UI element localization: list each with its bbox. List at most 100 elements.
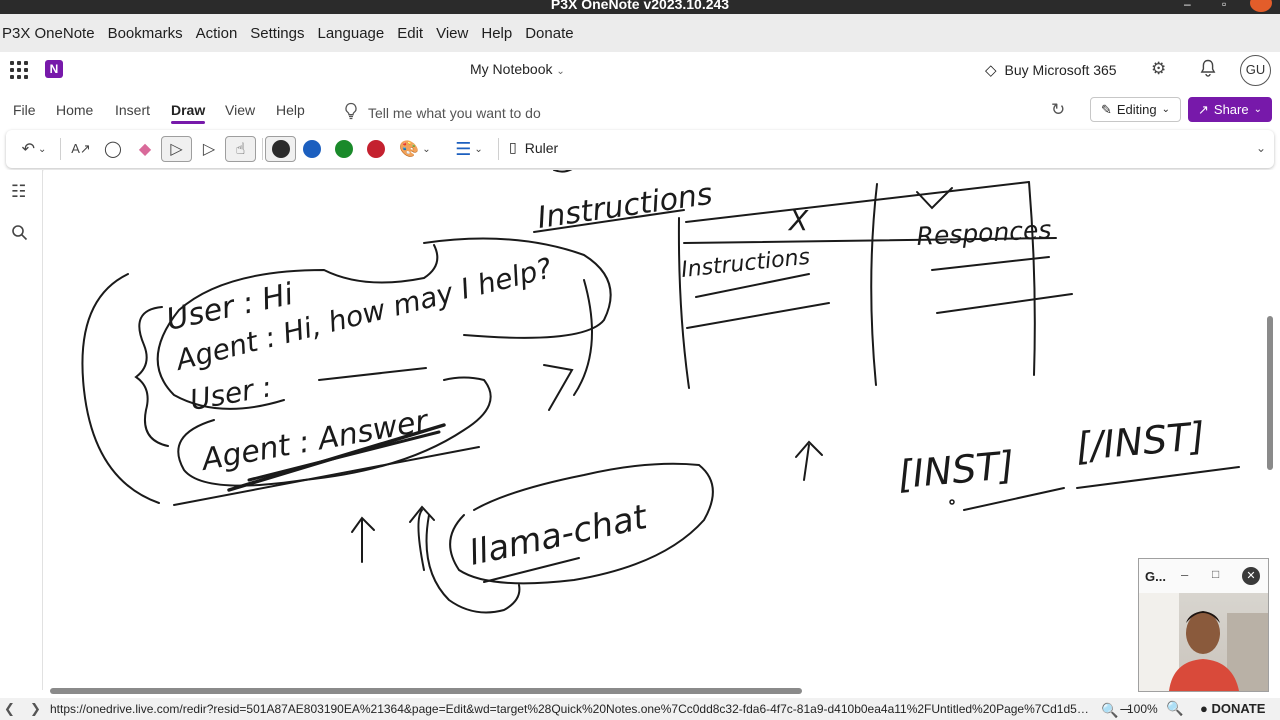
pen-icon: ▷ bbox=[170, 141, 183, 158]
thickness-icon: ☰ bbox=[455, 138, 472, 159]
onenote-logo-icon: N bbox=[45, 60, 63, 78]
app-header: N My Notebook ⌄ ◇ Buy Microsoft 365 ⚙ GU bbox=[0, 52, 1280, 88]
note-canvas[interactable]: Instructions X Instructions Responces Us… bbox=[44, 170, 1280, 690]
pen-color-blue[interactable] bbox=[303, 140, 321, 158]
search-icon[interactable] bbox=[11, 224, 28, 246]
highlighter-icon: ▷ bbox=[202, 141, 216, 158]
chevron-down-icon[interactable]: ⌄ bbox=[1256, 141, 1266, 155]
stroke-thickness-button[interactable]: ☰ ⌄ bbox=[451, 136, 487, 162]
chevron-down-icon: ⌄ bbox=[474, 143, 483, 155]
tell-me-search[interactable]: Tell me what you want to do bbox=[344, 102, 541, 123]
zoom-level: 100% bbox=[1127, 702, 1158, 716]
toolbar-divider bbox=[498, 138, 499, 160]
toolbar-divider bbox=[60, 138, 61, 160]
notebook-name-dropdown[interactable]: My Notebook ⌄ bbox=[470, 61, 565, 77]
minimize-button[interactable]: – bbox=[1184, 0, 1191, 11]
vertical-scrollbar[interactable] bbox=[1267, 316, 1273, 470]
editing-mode-dropdown[interactable]: ✎ Editing ⌄ bbox=[1090, 97, 1181, 122]
maximize-icon[interactable]: □ bbox=[1212, 567, 1219, 581]
back-icon[interactable]: ❮ bbox=[4, 701, 15, 717]
tab-help[interactable]: Help bbox=[276, 102, 305, 118]
webcam-feed bbox=[1139, 593, 1268, 691]
pen-color-black-swatch bbox=[272, 140, 290, 158]
undo-icon: ↶ bbox=[21, 141, 35, 158]
hand-touch-icon: ☝ bbox=[235, 141, 246, 158]
menu-donate[interactable]: Donate bbox=[525, 25, 573, 42]
pencil-icon: ✎ bbox=[1100, 101, 1112, 117]
lightbulb-icon bbox=[344, 102, 358, 123]
tab-draw[interactable]: Draw bbox=[171, 102, 206, 124]
buy-label: Buy Microsoft 365 bbox=[1004, 62, 1117, 78]
gear-icon[interactable]: ⚙ bbox=[1151, 59, 1166, 79]
undo-button[interactable]: ↶ ⌄ bbox=[16, 136, 52, 162]
bell-icon[interactable] bbox=[1200, 59, 1216, 82]
close-icon[interactable]: ✕ bbox=[1242, 567, 1260, 585]
tab-file[interactable]: File bbox=[13, 102, 36, 118]
ruler-button[interactable]: ▯ Ruler bbox=[509, 139, 558, 156]
minimize-icon[interactable]: – bbox=[1181, 567, 1188, 582]
toolbar-divider bbox=[262, 138, 263, 160]
window-title-bar: P3X OneNote v2023.10.243 – ▫ bbox=[0, 0, 1280, 14]
left-sidebar: ☷ bbox=[0, 170, 43, 690]
draw-toolbar: ↶ ⌄ A↗ ◯ ◆ ▷ ▷ ☝ 🎨 ⌄ ☰ ⌄ ▯ Ruler ⌄ bbox=[6, 130, 1274, 168]
tell-me-placeholder: Tell me what you want to do bbox=[368, 104, 541, 121]
tab-home[interactable]: Home bbox=[56, 102, 93, 118]
menu-p3x-onenote[interactable]: P3X OneNote bbox=[2, 25, 95, 42]
eraser-icon: ◆ bbox=[138, 141, 152, 158]
shape-select-button[interactable]: ◯ bbox=[100, 136, 126, 162]
diamond-icon: ◇ bbox=[985, 62, 997, 79]
maximize-button[interactable]: ▫ bbox=[1222, 0, 1226, 11]
horizontal-scrollbar[interactable] bbox=[44, 688, 1280, 696]
ink-user-line-2: User : bbox=[187, 370, 274, 417]
ink-layer: Instructions X Instructions Responces Us… bbox=[81, 170, 1240, 614]
lasso-select-button[interactable]: A↗ bbox=[68, 136, 94, 162]
webcam-title-bar: G... – □ ✕ bbox=[1139, 559, 1268, 593]
status-bar: ❮ ❯ https://onedrive.live.com/redir?resi… bbox=[0, 698, 1280, 720]
ink-responses-cell: Responces bbox=[916, 215, 1052, 251]
ruler-icon: ▯ bbox=[509, 139, 517, 155]
app-launcher-icon[interactable] bbox=[10, 61, 28, 79]
menu-view[interactable]: View bbox=[436, 25, 468, 42]
ink-instructions-heading: Instructions bbox=[535, 177, 714, 236]
ruler-label: Ruler bbox=[524, 139, 559, 156]
tab-view[interactable]: View bbox=[225, 102, 255, 118]
eraser-button[interactable]: ◆ bbox=[132, 136, 158, 162]
sync-icon[interactable]: ↻ bbox=[1051, 100, 1065, 120]
donate-button[interactable]: ● DONATE bbox=[1200, 701, 1265, 716]
forward-icon[interactable]: ❯ bbox=[30, 701, 41, 717]
menu-settings[interactable]: Settings bbox=[250, 25, 304, 42]
buy-microsoft-365-button[interactable]: ◇ Buy Microsoft 365 bbox=[985, 61, 1117, 79]
chevron-down-icon: ⌄ bbox=[38, 143, 47, 155]
chevron-down-icon: ⌄ bbox=[556, 66, 565, 77]
tab-insert[interactable]: Insert bbox=[115, 102, 150, 118]
scrollbar-thumb[interactable] bbox=[50, 688, 802, 694]
editing-label: Editing bbox=[1116, 102, 1157, 117]
webcam-overlay-window[interactable]: G... – □ ✕ bbox=[1138, 558, 1269, 692]
pen-color-red[interactable] bbox=[367, 140, 385, 158]
ink-x-header: X bbox=[787, 204, 809, 237]
pen-select-button[interactable]: ▷ bbox=[161, 136, 192, 162]
notebooks-icon[interactable]: ☷ bbox=[11, 182, 26, 202]
menu-bookmarks[interactable]: Bookmarks bbox=[108, 25, 183, 42]
app-menu-bar: P3X OneNote Bookmarks Action Settings La… bbox=[0, 14, 1280, 52]
highlighter-button[interactable]: ▷ bbox=[196, 136, 222, 162]
ink-agent-line-2: Agent : Answer bbox=[197, 403, 432, 478]
touch-draw-button[interactable]: ☝ bbox=[225, 136, 256, 162]
chevron-down-icon: ⌄ bbox=[1253, 104, 1262, 115]
menu-language[interactable]: Language bbox=[318, 25, 385, 42]
share-label: Share bbox=[1213, 102, 1249, 117]
ribbon-tabs: File Home Insert Draw View Help Tell me … bbox=[0, 88, 1280, 130]
pen-color-green[interactable] bbox=[335, 140, 353, 158]
avatar[interactable]: GU bbox=[1240, 55, 1271, 86]
menu-action[interactable]: Action bbox=[196, 25, 238, 42]
status-url: https://onedrive.live.com/redir?resid=50… bbox=[50, 702, 1095, 716]
share-button[interactable]: ↗ Share ⌄ bbox=[1188, 97, 1272, 122]
menu-edit[interactable]: Edit bbox=[397, 25, 423, 42]
window-title: P3X OneNote v2023.10.243 bbox=[550, 0, 730, 12]
share-icon: ↗ bbox=[1198, 101, 1209, 117]
text-select-icon: A↗ bbox=[71, 141, 91, 156]
zoom-in-icon[interactable]: 🔍 bbox=[1166, 700, 1183, 717]
chevron-down-icon: ⌄ bbox=[422, 143, 431, 155]
color-palette-button[interactable]: 🎨 ⌄ bbox=[396, 136, 434, 162]
menu-help[interactable]: Help bbox=[481, 25, 512, 42]
